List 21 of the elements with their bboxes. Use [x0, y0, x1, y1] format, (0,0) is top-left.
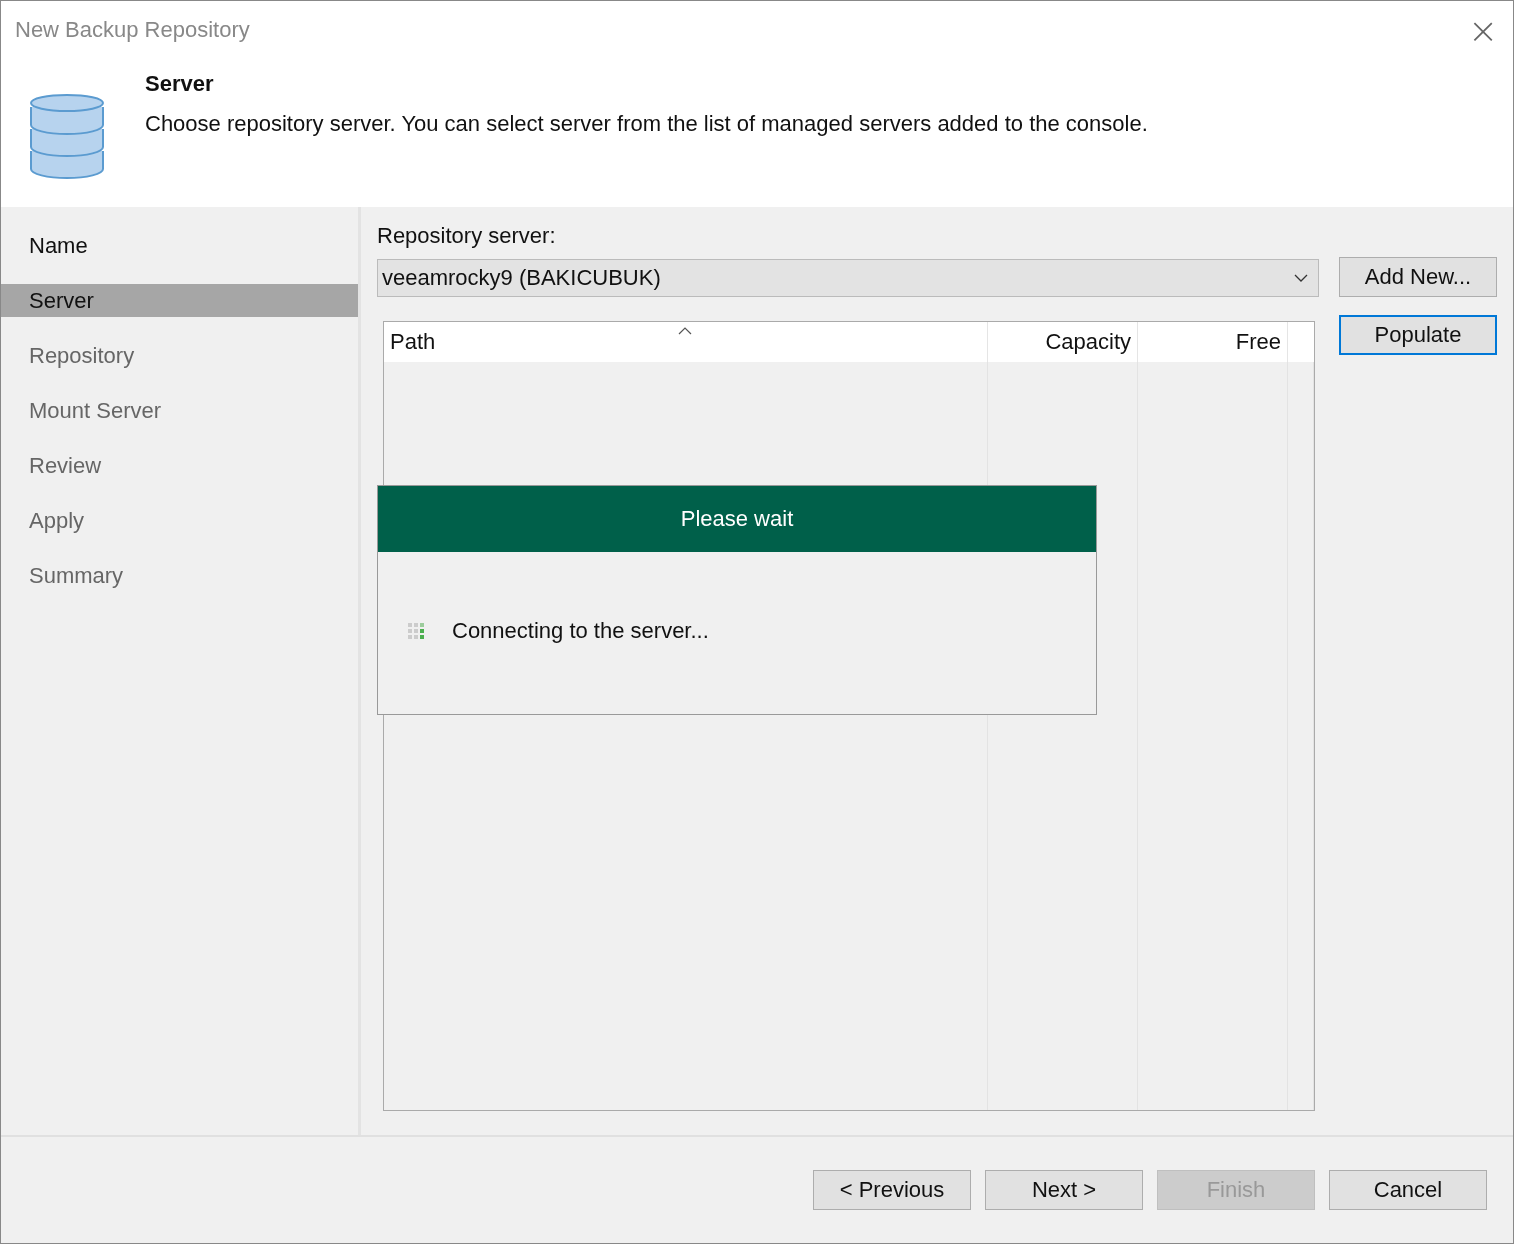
window-title: New Backup Repository [15, 17, 250, 43]
wizard-button[interactable]: Next > [985, 1170, 1143, 1210]
close-button[interactable]: × [1453, 1, 1513, 59]
page-description: Choose repository server. You can select server from the list of managed servers added to the console. [145, 111, 1148, 137]
wait-title: Please wait [378, 486, 1096, 552]
action-button[interactable]: Populate [1339, 315, 1497, 355]
sort-caret-icon [678, 327, 692, 335]
wizard-button[interactable]: < Previous [813, 1170, 971, 1210]
server-dropdown[interactable]: veeamrocky9 (BAKICUBUK) [377, 259, 1319, 297]
column-header[interactable]: Free [1138, 322, 1288, 362]
wizard-button[interactable]: Cancel [1329, 1170, 1487, 1210]
wait-message: Connecting to the server... [452, 618, 709, 644]
action-button[interactable]: Add New... [1339, 257, 1497, 297]
column-header[interactable]: Capacity [988, 322, 1138, 362]
column-header[interactable]: Path [384, 322, 988, 362]
step-item[interactable]: Name [1, 229, 358, 262]
spinner-icon [408, 623, 424, 639]
field-label: Repository server: [377, 223, 557, 249]
step-item[interactable]: Server [1, 284, 358, 317]
chevron-down-icon [1294, 274, 1308, 282]
page-title: Server [145, 71, 215, 97]
